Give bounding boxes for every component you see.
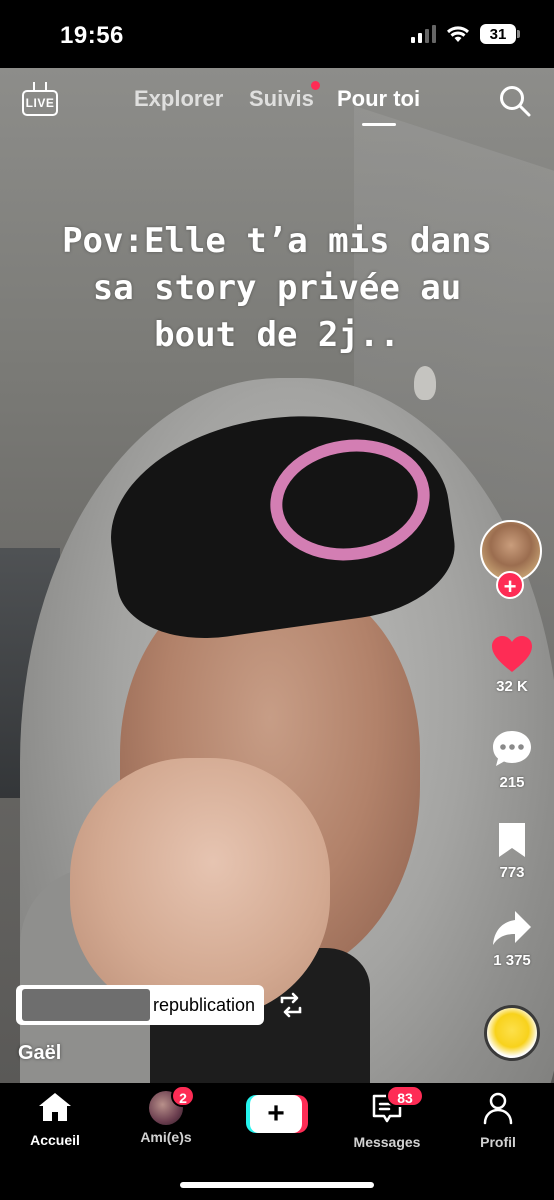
create-button[interactable]: + [246,1095,308,1133]
repost-icon[interactable] [276,990,306,1020]
active-tab-indicator [362,123,396,126]
save-count: 773 [499,864,525,881]
profile-icon [483,1092,513,1125]
notification-dot [311,81,320,90]
nav-friends[interactable]: 2 Ami(e)s [111,1085,221,1145]
sound-disc[interactable] [484,1005,540,1061]
repost-label: republication [153,995,256,1015]
create-plus-icon: + [250,1095,302,1133]
plus-icon[interactable]: + [496,571,524,599]
nav-profile[interactable]: Profil [443,1091,553,1150]
nav-profile-label: Profil [480,1134,516,1150]
nav-messages-label: Messages [353,1134,421,1150]
home-icon [39,1093,71,1121]
battery-level: 31 [489,25,507,43]
status-time: 19:56 [60,22,124,49]
comment-button[interactable]: 215 [480,728,544,791]
battery-icon: 31 [480,24,520,44]
like-count: 32 K [496,678,528,695]
wifi-icon [447,26,469,42]
friends-badge: 2 [171,1085,195,1107]
tab-explorer[interactable]: Explorer [134,86,223,112]
nav-home-label: Accueil [30,1132,80,1148]
share-count: 1 375 [493,952,531,969]
like-button[interactable]: 32 K [480,634,544,695]
home-indicator [180,1182,374,1188]
tab-suivis[interactable]: Suivis [249,86,314,112]
nav-messages[interactable]: 83 Messages [332,1085,442,1150]
search-icon[interactable] [498,84,532,118]
video-caption: Pov:Elle t’a mis dans sa story privée au… [62,221,492,355]
comment-icon [493,731,531,766]
heart-icon [492,636,532,672]
video-background-lamp [414,366,436,400]
share-button[interactable]: 1 375 [480,908,544,969]
repost-chip[interactable]: republication [16,985,264,1025]
comment-count: 215 [499,774,525,791]
save-button[interactable]: 773 [480,820,544,881]
top-nav: LIVE Explorer Suivis Pour toi [0,68,554,138]
nav-home[interactable]: Accueil [0,1091,110,1148]
share-arrow-icon [493,911,531,945]
video-person-fist [70,758,330,1018]
redacted-username [22,989,150,1021]
live-button[interactable]: LIVE [22,82,58,116]
author-name[interactable]: Gaël [18,1042,61,1065]
status-icons: 31 [411,24,520,44]
live-label: LIVE [22,90,58,116]
tab-pour-toi[interactable]: Pour toi [337,86,420,112]
messages-badge: 83 [386,1085,424,1107]
status-bar: 19:56 31 [0,0,554,68]
nav-friends-label: Ami(e)s [140,1129,192,1145]
signal-icon [411,25,436,43]
bookmark-icon [499,823,525,857]
